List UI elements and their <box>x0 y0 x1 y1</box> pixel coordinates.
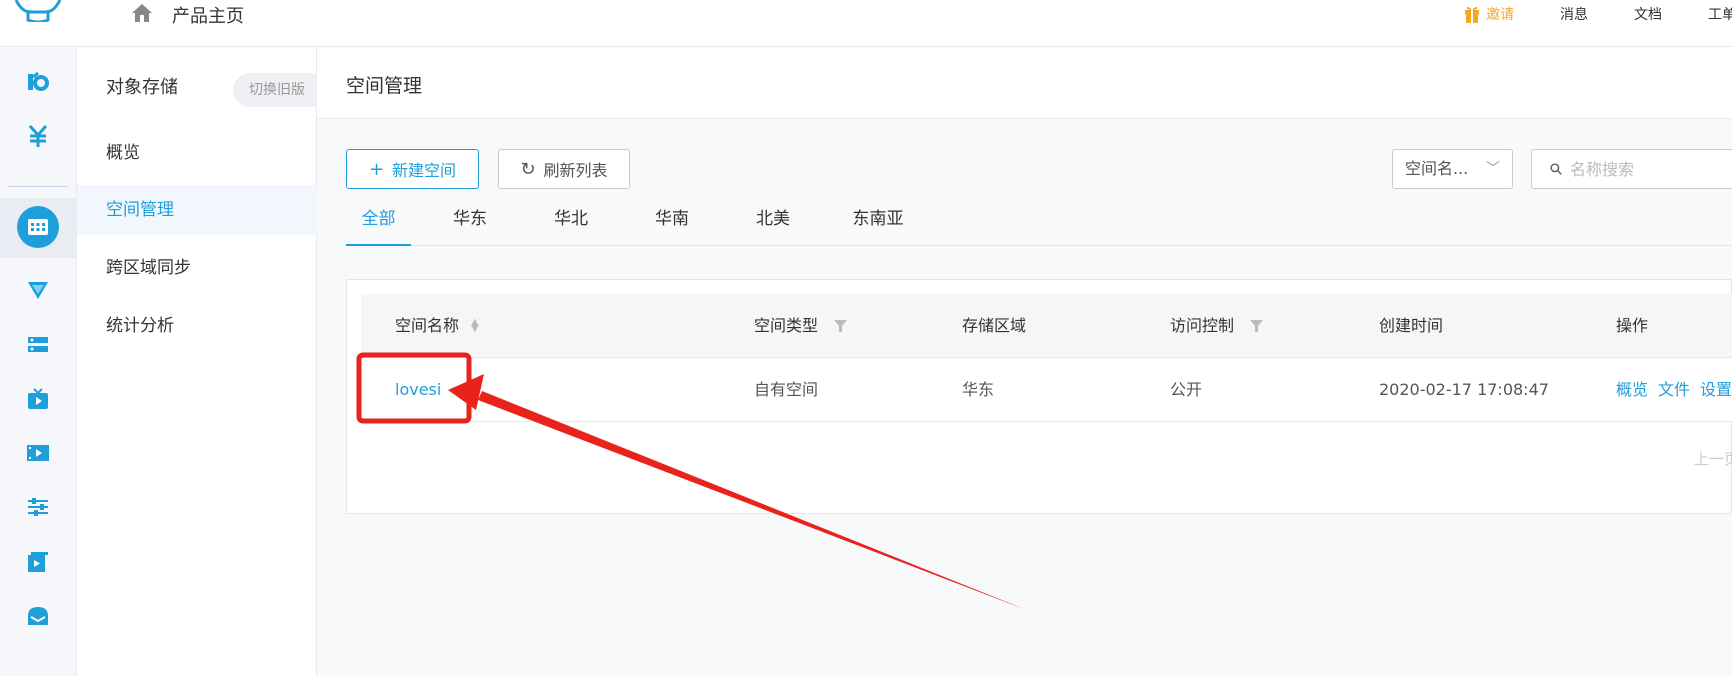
pager-prev-button[interactable]: 上一页 <box>1694 448 1732 469</box>
main-content: 空间管理 + 新建空间 ↻ 刷新列表 空间名... ﹀ 全部 华东 华北 华南 … <box>317 47 1732 676</box>
row-actions: 概览 文件 设置 <box>1616 358 1732 422</box>
column-header-access-label: 访问控制 <box>1170 316 1235 335</box>
subnav-item-bucket-management[interactable]: 空间管理 <box>77 185 317 235</box>
invite-label: 邀请 <box>1486 7 1514 23</box>
subnav-item-cross-region-sync[interactable]: 跨区域同步 <box>77 243 317 293</box>
subnav-item-statistics[interactable]: 统计分析 <box>77 301 317 351</box>
select-value: 空间名... <box>1405 159 1469 178</box>
column-header-created-label: 创建时间 <box>1379 316 1444 335</box>
new-bucket-button[interactable]: + 新建空间 <box>346 149 479 189</box>
live-icon[interactable] <box>23 384 53 414</box>
object-storage-icon[interactable] <box>17 206 59 248</box>
tab-all[interactable]: 全部 <box>346 199 411 246</box>
table-header: 空间名称 ▲ ▼ 空间类型 存储区域 访问控制 创建时间 操作 <box>361 294 1732 358</box>
search-box[interactable] <box>1531 149 1732 189</box>
cdn-icon[interactable] <box>23 275 53 305</box>
bucket-access: 公开 <box>1170 380 1203 399</box>
rail-divider <box>8 186 68 187</box>
chevron-down-icon: ﹀ <box>1486 161 1500 177</box>
gift-icon <box>1465 6 1479 23</box>
tab-north-china[interactable]: 华北 <box>541 199 601 246</box>
action-overview-link[interactable]: 概览 <box>1616 358 1648 422</box>
yen-icon[interactable] <box>23 121 53 151</box>
home-icon[interactable] <box>130 2 154 24</box>
refresh-list-label: 刷新列表 <box>543 161 608 180</box>
subnav-item-overview[interactable]: 概览 <box>77 128 317 178</box>
refresh-list-button[interactable]: ↻ 刷新列表 <box>498 149 630 189</box>
column-header-region-label: 存储区域 <box>962 316 1027 335</box>
docs-link[interactable]: 文档 <box>1634 4 1662 24</box>
column-header-region: 存储区域 <box>962 294 1026 358</box>
message-icon[interactable] <box>23 601 53 631</box>
bucket-region: 华东 <box>962 380 995 399</box>
column-header-name[interactable]: 空间名称 ▲ ▼ <box>395 294 479 358</box>
action-settings-link[interactable]: 设置 <box>1700 358 1732 422</box>
search-icon <box>1550 163 1562 175</box>
bucket-type: 自有空间 <box>754 380 819 399</box>
bucket-name-link[interactable]: lovesi <box>395 358 441 422</box>
refresh-icon: ↻ <box>520 158 536 180</box>
bucket-table: 空间名称 ▲ ▼ 空间类型 存储区域 访问控制 创建时间 操作 lovesi 自… <box>346 279 1732 514</box>
action-files-link[interactable]: 文件 <box>1658 358 1690 422</box>
switch-old-version-button[interactable]: 切换旧版 <box>233 73 323 107</box>
sort-icon[interactable]: ▲ ▼ <box>471 318 479 334</box>
tab-south-china[interactable]: 华南 <box>642 199 702 246</box>
column-header-actions: 操作 <box>1616 294 1648 358</box>
page-header: 空间管理 <box>317 47 1732 119</box>
top-links: 邀请 消息 文档 工单 <box>1464 4 1732 24</box>
page-title: 空间管理 <box>346 75 423 97</box>
server-icon[interactable] <box>23 330 53 360</box>
new-bucket-label: 新建空间 <box>392 161 457 180</box>
search-input[interactable] <box>1570 159 1732 179</box>
media-icon[interactable] <box>23 547 53 577</box>
sliders-icon[interactable] <box>23 492 53 522</box>
filter-icon[interactable] <box>834 320 848 332</box>
video-icon[interactable] <box>23 438 53 468</box>
invite-link[interactable]: 邀请 <box>1464 4 1514 24</box>
tab-north-america[interactable]: 北美 <box>743 199 803 246</box>
qiniu-logo[interactable] <box>14 0 62 22</box>
column-header-type: 空间类型 <box>754 294 848 358</box>
search-field-select[interactable]: 空间名... ﹀ <box>1392 149 1513 189</box>
column-header-actions-label: 操作 <box>1616 316 1649 335</box>
product-rail <box>0 47 77 676</box>
tickets-link[interactable]: 工单 <box>1708 4 1732 24</box>
sub-navigation: 对象存储 切换旧版 概览 空间管理 跨区域同步 统计分析 <box>77 47 323 676</box>
column-header-created: 创建时间 <box>1379 294 1443 358</box>
tab-southeast-asia[interactable]: 东南亚 <box>843 199 913 246</box>
column-header-access: 访问控制 <box>1170 294 1264 358</box>
table-row: lovesi 自有空间 华东 公开 2020-02-17 17:08:47 概览… <box>361 358 1732 422</box>
product-home-link[interactable]: 产品主页 <box>172 2 244 28</box>
filter-icon[interactable] <box>1250 320 1264 332</box>
messages-link[interactable]: 消息 <box>1560 4 1588 24</box>
column-header-name-label: 空间名称 <box>395 316 460 335</box>
region-tabs: 全部 华东 华北 华南 北美 东南亚 <box>346 199 1732 246</box>
column-header-type-label: 空间类型 <box>754 316 819 335</box>
kodo-icon[interactable] <box>23 67 53 97</box>
bucket-created: 2020-02-17 17:08:47 <box>1379 380 1549 399</box>
plus-icon: + <box>368 158 385 180</box>
tab-east-china[interactable]: 华东 <box>440 199 500 246</box>
section-title: 对象存储 <box>106 77 178 98</box>
top-bar: 产品主页 邀请 消息 文档 工单 <box>0 0 1732 47</box>
